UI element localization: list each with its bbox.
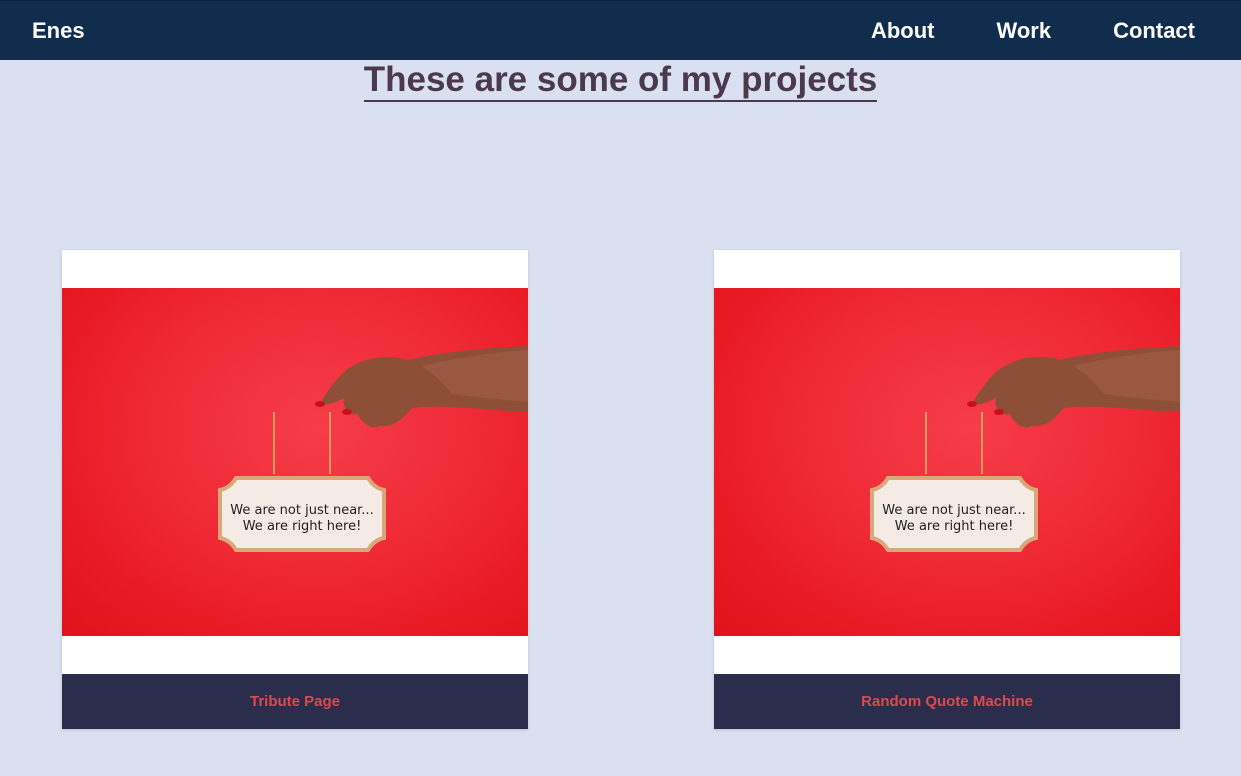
project-card-tribute[interactable]: We are not just near... We are right her… — [62, 250, 528, 729]
project-image: We are not just near... We are right her… — [62, 288, 528, 636]
project-card-random-quote[interactable]: We are not just near... We are right her… — [714, 250, 1180, 729]
sign-text-line1: We are not just near... — [882, 503, 1025, 518]
project-image: We are not just near... We are right her… — [714, 288, 1180, 636]
nav-link-about[interactable]: About — [871, 18, 935, 44]
project-caption-tribute[interactable]: Tribute Page — [62, 674, 528, 729]
page-title: These are some of my projects — [363, 60, 878, 102]
brand-link[interactable]: Enes — [32, 18, 85, 44]
nav-link-contact[interactable]: Contact — [1113, 18, 1195, 44]
sign-text-line2: We are right here! — [243, 519, 362, 534]
sign-text-line2: We are right here! — [895, 519, 1014, 534]
hand-holding-sign-illustration: We are not just near... We are right her… — [218, 346, 528, 552]
nav-links: About Work Contact — [871, 18, 1209, 44]
navbar: Enes About Work Contact — [0, 0, 1241, 60]
hand-holding-sign-illustration: We are not just near... We are right her… — [870, 346, 1180, 552]
sign-text-line1: We are not just near... — [230, 503, 373, 518]
page-title-wrapper: These are some of my projects — [0, 60, 1241, 102]
project-caption-random-quote[interactable]: Random Quote Machine — [714, 674, 1180, 729]
nav-link-work[interactable]: Work — [997, 18, 1052, 44]
